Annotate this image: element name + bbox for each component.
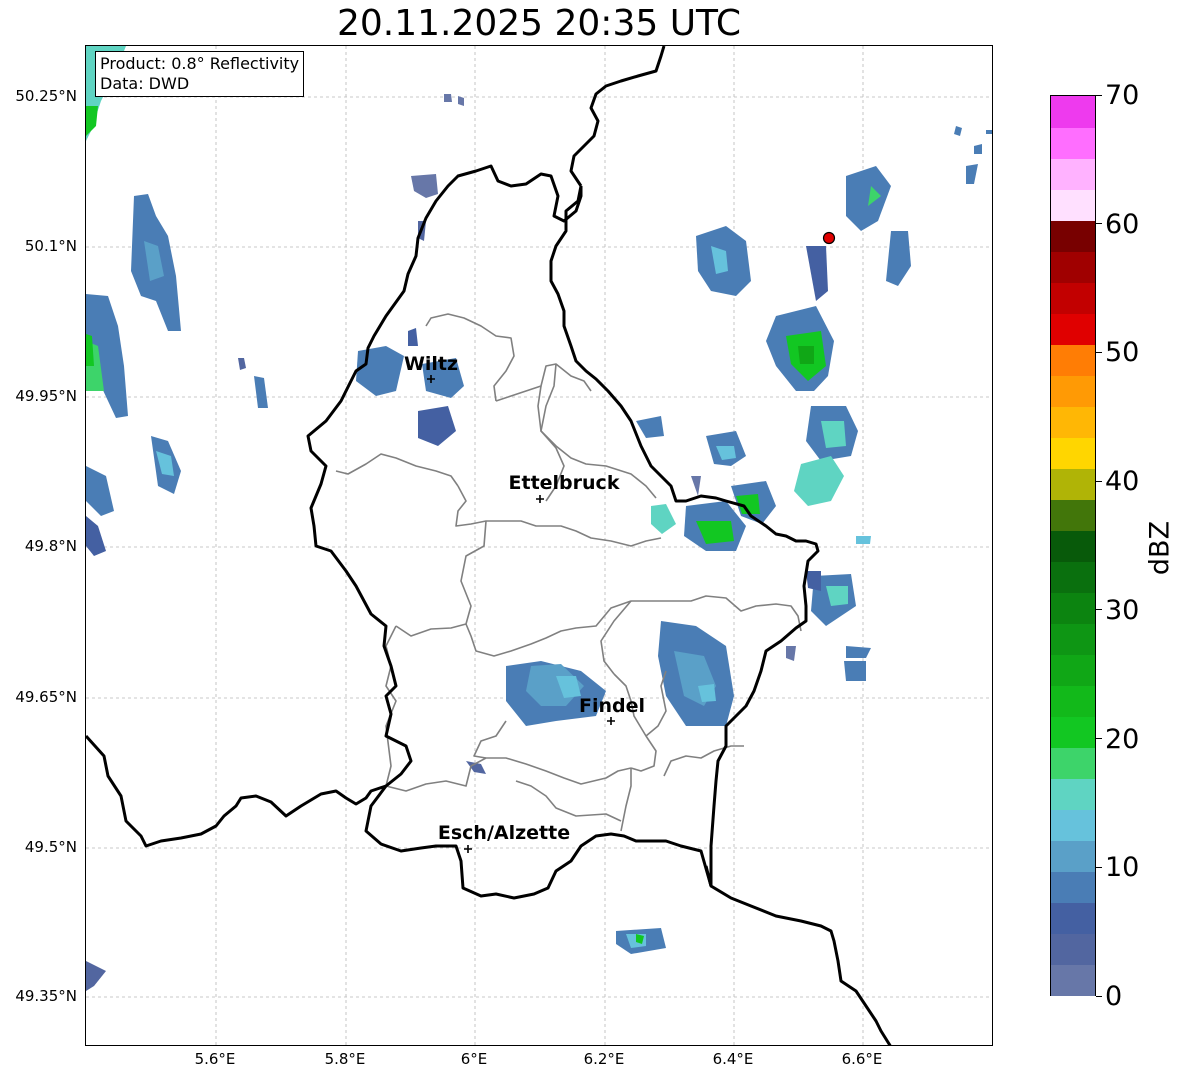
colorbar-tick <box>1096 223 1102 225</box>
colorbar-segment <box>1051 592 1095 624</box>
colorbar-segment <box>1051 964 1095 996</box>
city-label-wiltz: Wiltz <box>404 353 458 375</box>
colorbar-segment <box>1051 313 1095 345</box>
colorbar-tick <box>1096 94 1102 96</box>
product-text: Product: 0.8° Reflectivity <box>100 54 300 73</box>
colorbar-segment <box>1051 747 1095 779</box>
lat-label: 50.1°N <box>24 237 77 255</box>
colorbar-segment <box>1051 96 1095 128</box>
lon-label: 6°E <box>460 1050 488 1068</box>
city-marker-esch-alzette <box>464 845 472 853</box>
colorbar-tick-label: 60 <box>1105 208 1140 240</box>
colorbar-tick-label: 30 <box>1105 594 1140 626</box>
map-title: 20.11.2025 20:35 UTC <box>336 3 742 44</box>
lat-label: 49.95°N <box>15 387 77 405</box>
colorbar-segment <box>1051 623 1095 655</box>
colorbar-segment <box>1051 468 1095 500</box>
colorbar-tick-label: 70 <box>1105 80 1140 111</box>
city-marker-ettelbruck <box>536 495 544 503</box>
colorbar-segment <box>1051 809 1095 841</box>
lat-label: 49.5°N <box>24 838 77 856</box>
colorbar-segment <box>1051 530 1095 562</box>
colorbar-segment <box>1051 437 1095 469</box>
colorbar-segment <box>1051 282 1095 314</box>
city-label-findel: Findel <box>579 695 645 717</box>
colorbar-tick <box>1096 738 1102 740</box>
city-findel: Findel <box>579 695 645 725</box>
colorbar-tick-label: 10 <box>1105 852 1140 884</box>
city-label-esch-alzette: Esch/Alzette <box>438 822 570 844</box>
colorbar-tick <box>1096 866 1102 868</box>
colorbar-tick-label: 40 <box>1105 466 1140 498</box>
colorbar-tick <box>1096 995 1102 997</box>
colorbar-label: dBZ <box>1144 520 1176 576</box>
colorbar-segment <box>1051 220 1095 252</box>
colorbar-tick-label: 50 <box>1105 337 1140 369</box>
colorbar-segment <box>1051 127 1095 159</box>
info-box: Product: 0.8° Reflectivity Data: DWD <box>95 51 305 97</box>
city-ettelbruck: Ettelbruck <box>509 472 620 503</box>
lat-label: 49.8°N <box>24 537 77 555</box>
colorbar-segment <box>1051 344 1095 376</box>
colorbar-segment <box>1051 251 1095 283</box>
radar-echoes <box>86 46 992 991</box>
colorbar-tick-label: 0 <box>1105 981 1123 1012</box>
radar-map: Wiltz Ettelbruck Findel Esch/Alzette <box>85 45 993 1046</box>
lon-label: 5.6°E <box>194 1050 236 1068</box>
colorbar-tick-label: 20 <box>1105 723 1140 755</box>
colorbar-segment <box>1051 406 1095 438</box>
colorbar-segment <box>1051 499 1095 531</box>
colorbar-tick <box>1096 480 1102 482</box>
colorbar-segment <box>1051 189 1095 221</box>
city-label-ettelbruck: Ettelbruck <box>509 472 620 494</box>
canton-boundaries <box>335 313 802 832</box>
lon-label: 5.8°E <box>324 1050 366 1068</box>
colorbar-segment <box>1051 778 1095 810</box>
colorbar <box>1050 95 1096 996</box>
colorbar-segment <box>1051 561 1095 593</box>
country-borders <box>86 46 892 1045</box>
lon-label: 6.4°E <box>712 1050 754 1068</box>
city-marker-findel <box>607 717 615 725</box>
colorbar-segment <box>1051 375 1095 407</box>
lat-label: 49.35°N <box>15 987 77 1005</box>
colorbar-segment <box>1051 871 1095 903</box>
colorbar-tick <box>1096 609 1102 611</box>
colorbar-segment <box>1051 902 1095 934</box>
lat-label: 49.65°N <box>15 688 77 706</box>
radar-site-marker <box>822 231 836 245</box>
colorbar-segment <box>1051 840 1095 872</box>
lon-label: 6.6°E <box>841 1050 883 1068</box>
colorbar-segment <box>1051 716 1095 748</box>
colorbar-segment <box>1051 685 1095 717</box>
colorbar-tick <box>1096 351 1102 353</box>
colorbar-segment <box>1051 933 1095 965</box>
map-canvas: Wiltz Ettelbruck Findel Esch/Alzette <box>86 46 992 1045</box>
data-source-text: Data: DWD <box>100 74 190 93</box>
colorbar-segment <box>1051 654 1095 686</box>
lon-label: 6.2°E <box>583 1050 625 1068</box>
colorbar-segment <box>1051 158 1095 190</box>
lat-label: 50.25°N <box>15 87 77 105</box>
